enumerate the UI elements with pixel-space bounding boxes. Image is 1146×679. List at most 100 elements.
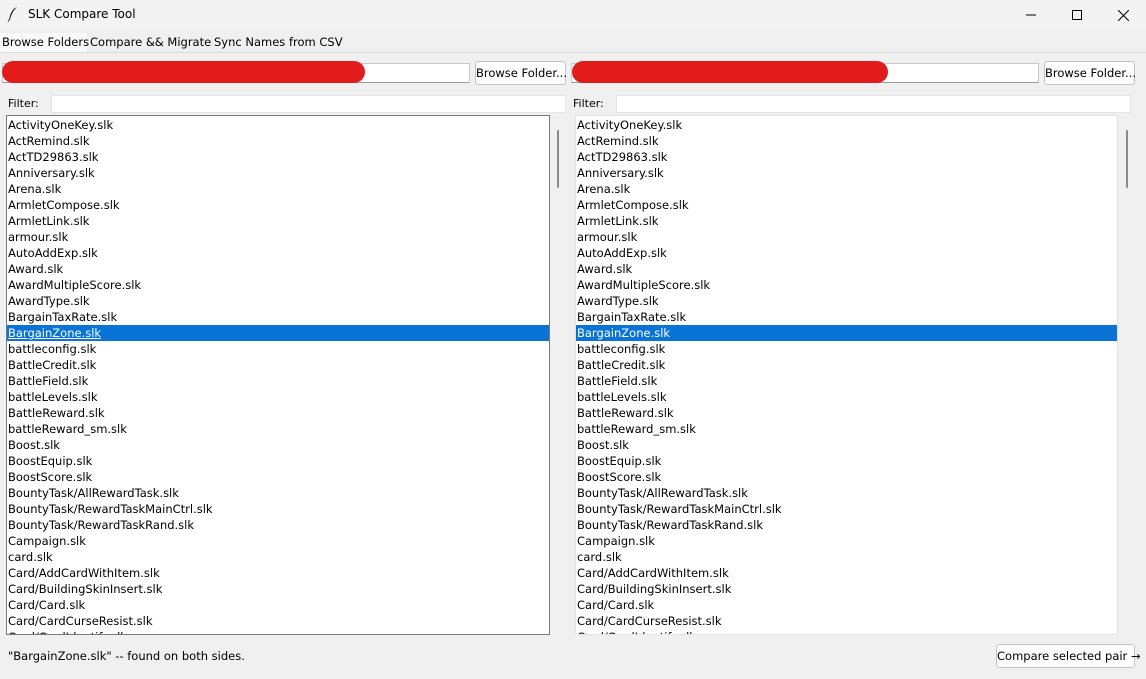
right-list-item[interactable]: AwardMultipleScore.slk: [576, 277, 1117, 293]
file-name: BountyTask/AllRewardTask.slk: [8, 486, 179, 500]
right-list-item[interactable]: BountyTask/AllRewardTask.slk: [576, 485, 1117, 501]
right-list-item[interactable]: battleReward_sm.slk: [576, 421, 1117, 437]
tab-sync-names[interactable]: Sync Names from CSV: [212, 33, 343, 53]
left-list-item[interactable]: AwardType.slk: [7, 293, 549, 309]
right-list-item[interactable]: ArmletCompose.slk: [576, 197, 1117, 213]
right-scrollbar[interactable]: [1123, 116, 1131, 634]
feather-icon: [7, 7, 17, 22]
left-list-item[interactable]: card.slk: [7, 549, 549, 565]
left-list-item[interactable]: BoostScore.slk: [7, 469, 549, 485]
right-list-item[interactable]: Award.slk: [576, 261, 1117, 277]
right-list-item[interactable]: Arena.slk: [576, 181, 1117, 197]
right-list-item[interactable]: Card/CardIdentify.slk: [576, 629, 1117, 634]
left-list-item[interactable]: ActivityOneKey.slk: [7, 117, 549, 133]
left-list-item[interactable]: BattleCredit.slk: [7, 357, 549, 373]
right-list-item[interactable]: battleLevels.slk: [576, 389, 1117, 405]
file-name: BattleReward.slk: [8, 406, 105, 420]
file-name: BountyTask/RewardTaskMainCtrl.slk: [577, 502, 782, 516]
left-browse-button[interactable]: Browse Folder...: [475, 61, 567, 85]
left-list-item[interactable]: Arena.slk: [7, 181, 549, 197]
left-list-item[interactable]: AwardMultipleScore.slk: [7, 277, 549, 293]
left-list-item[interactable]: Anniversary.slk: [7, 165, 549, 181]
minimize-button[interactable]: [1008, 0, 1054, 30]
left-list-item[interactable]: BountyTask/RewardTaskRand.slk: [7, 517, 549, 533]
left-list-item[interactable]: Card/CardCurseResist.slk: [7, 613, 549, 629]
file-name: armour.slk: [8, 230, 69, 244]
left-list-item[interactable]: Card/Card.slk: [7, 597, 549, 613]
right-scroll-thumb[interactable]: [1126, 130, 1128, 188]
right-list-item[interactable]: BattleReward.slk: [576, 405, 1117, 421]
right-list-item[interactable]: BargainTaxRate.slk: [576, 309, 1117, 325]
file-name: AwardType.slk: [8, 294, 90, 308]
right-list-item[interactable]: BargainZone.slk: [576, 325, 1117, 341]
file-name: Card/AddCardWithItem.slk: [8, 566, 160, 580]
left-scroll-thumb[interactable]: [557, 130, 559, 188]
right-file-list[interactable]: ActivityOneKey.slk ActRemind.slk ActTD2986…: [575, 115, 1118, 635]
right-list-item[interactable]: Boost.slk: [576, 437, 1117, 453]
file-name: AutoAddExp.slk: [577, 246, 667, 260]
file-name: BattleField.slk: [8, 374, 89, 388]
right-list-item[interactable]: Card/AddCardWithItem.slk: [576, 565, 1117, 581]
right-list-item[interactable]: BoostEquip.slk: [576, 453, 1117, 469]
left-list-item[interactable]: ActRemind.slk: [7, 133, 549, 149]
left-list-item[interactable]: armour.slk: [7, 229, 549, 245]
left-list-item[interactable]: battleReward_sm.slk: [7, 421, 549, 437]
right-list-item[interactable]: BattleField.slk: [576, 373, 1117, 389]
right-list-item[interactable]: BountyTask/RewardTaskRand.slk: [576, 517, 1117, 533]
left-list-item[interactable]: BountyTask/RewardTaskMainCtrl.slk: [7, 501, 549, 517]
close-button[interactable]: [1100, 0, 1146, 30]
left-list-item[interactable]: BargainTaxRate.slk: [7, 309, 549, 325]
right-list-item[interactable]: ActivityOneKey.slk: [576, 117, 1117, 133]
file-name: card.slk: [577, 550, 622, 564]
tab-divider: [0, 52, 1146, 53]
compare-selected-pair-button[interactable]: Compare selected pair →: [996, 644, 1141, 668]
left-list-item[interactable]: Award.slk: [7, 261, 549, 277]
left-list-item[interactable]: battleconfig.slk: [7, 341, 549, 357]
file-name: card.slk: [8, 550, 53, 564]
left-list-item[interactable]: Boost.slk: [7, 437, 549, 453]
file-name: Boost.slk: [577, 438, 629, 452]
right-list-item[interactable]: BountyTask/RewardTaskMainCtrl.slk: [576, 501, 1117, 517]
right-list-item[interactable]: Card/BuildingSkinInsert.slk: [576, 581, 1117, 597]
right-list-item[interactable]: ArmletLink.slk: [576, 213, 1117, 229]
right-list-item[interactable]: AwardType.slk: [576, 293, 1117, 309]
tab-compare-migrate[interactable]: Compare && Migrate: [88, 33, 211, 53]
right-list-item[interactable]: battleconfig.slk: [576, 341, 1117, 357]
left-list-item[interactable]: Card/BuildingSkinInsert.slk: [7, 581, 549, 597]
left-list-item[interactable]: ArmletLink.slk: [7, 213, 549, 229]
right-list-item[interactable]: Card/CardCurseResist.slk: [576, 613, 1117, 629]
right-list-item[interactable]: ActRemind.slk: [576, 133, 1117, 149]
left-list-item[interactable]: BattleReward.slk: [7, 405, 549, 421]
right-list-item[interactable]: Campaign.slk: [576, 533, 1117, 549]
left-file-list[interactable]: ActivityOneKey.slk ActRemind.slk ActTD2986…: [6, 115, 550, 635]
right-list-item[interactable]: AutoAddExp.slk: [576, 245, 1117, 261]
left-list-item[interactable]: ActTD29863.slk: [7, 149, 549, 165]
right-list-item[interactable]: BoostScore.slk: [576, 469, 1117, 485]
right-list-item[interactable]: Card/Card.slk: [576, 597, 1117, 613]
left-list-item[interactable]: ArmletCompose.slk: [7, 197, 549, 213]
left-list-item[interactable]: Card/CardIdentify.slk: [7, 629, 549, 634]
right-browse-button[interactable]: Browse Folder...: [1044, 61, 1136, 85]
left-list-item[interactable]: BargainZone.slk: [7, 325, 549, 341]
left-list-item[interactable]: BoostEquip.slk: [7, 453, 549, 469]
left-list-item[interactable]: battleLevels.slk: [7, 389, 549, 405]
right-filter-input[interactable]: [616, 95, 1131, 113]
left-list-item[interactable]: AutoAddExp.slk: [7, 245, 549, 261]
right-list-item[interactable]: Anniversary.slk: [576, 165, 1117, 181]
left-filter-input[interactable]: [51, 95, 566, 113]
right-list-item[interactable]: ActTD29863.slk: [576, 149, 1117, 165]
file-name: Card/Card.slk: [577, 598, 655, 612]
left-scrollbar[interactable]: [554, 116, 562, 634]
left-list-item[interactable]: Card/AddCardWithItem.slk: [7, 565, 549, 581]
maximize-button[interactable]: [1054, 0, 1100, 30]
left-list-item[interactable]: Campaign.slk: [7, 533, 549, 549]
tab-browse-folders[interactable]: Browse Folders: [0, 33, 89, 53]
file-name: ArmletCompose.slk: [8, 198, 120, 212]
right-list-item[interactable]: armour.slk: [576, 229, 1117, 245]
right-list-item[interactable]: BattleCredit.slk: [576, 357, 1117, 373]
file-name: Card/CardIdentify.slk: [8, 630, 127, 634]
file-name: ArmletLink.slk: [8, 214, 90, 228]
left-list-item[interactable]: BattleField.slk: [7, 373, 549, 389]
left-list-item[interactable]: BountyTask/AllRewardTask.slk: [7, 485, 549, 501]
right-list-item[interactable]: card.slk: [576, 549, 1117, 565]
